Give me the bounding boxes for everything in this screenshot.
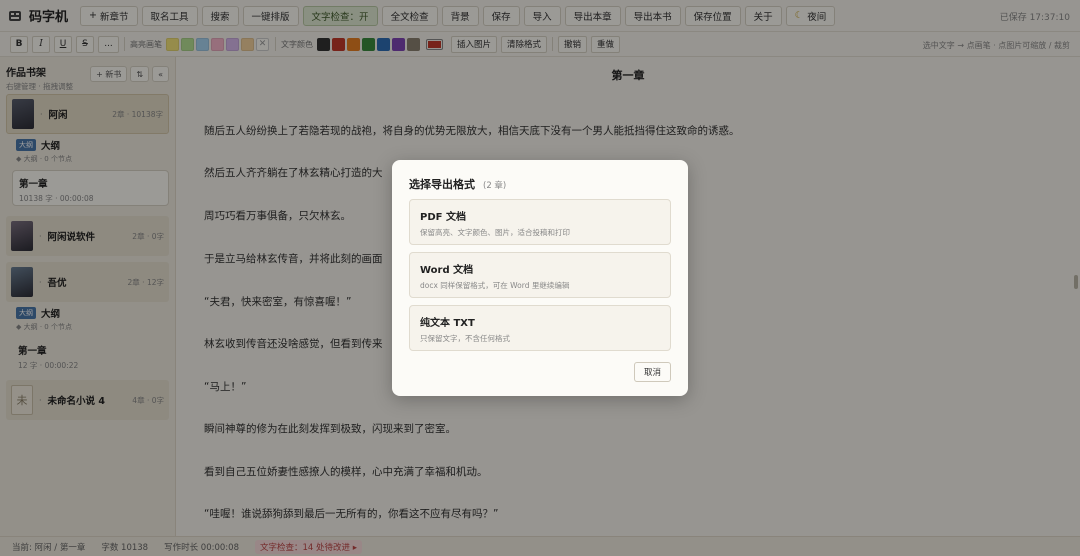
option-name: Word 文档 bbox=[420, 265, 474, 276]
export-txt-option[interactable]: 纯文本 TXT 只保留文字，不含任何格式 bbox=[409, 305, 671, 351]
export-format-modal: 选择导出格式 (2 章) PDF 文档 保留高亮、文字颜色、图片，适合投稿和打印 … bbox=[392, 160, 688, 396]
option-desc: 只保留文字，不含任何格式 bbox=[420, 334, 510, 343]
export-word-option[interactable]: Word 文档 docx 同样保留格式，可在 Word 里继续编辑 bbox=[409, 252, 671, 298]
chapter-count: (2 章) bbox=[483, 181, 507, 191]
option-name: PDF 文档 bbox=[420, 212, 466, 223]
option-desc: 保留高亮、文字颜色、图片，适合投稿和打印 bbox=[420, 228, 570, 237]
cancel-button[interactable]: 取消 bbox=[633, 362, 671, 382]
option-name: 纯文本 TXT bbox=[420, 318, 475, 329]
modal-title-text: 选择导出格式 bbox=[409, 178, 475, 191]
export-pdf-option[interactable]: PDF 文档 保留高亮、文字颜色、图片，适合投稿和打印 bbox=[409, 199, 671, 245]
modal-title: 选择导出格式 (2 章) bbox=[409, 176, 506, 192]
option-desc: docx 同样保留格式，可在 Word 里继续编辑 bbox=[420, 281, 570, 290]
